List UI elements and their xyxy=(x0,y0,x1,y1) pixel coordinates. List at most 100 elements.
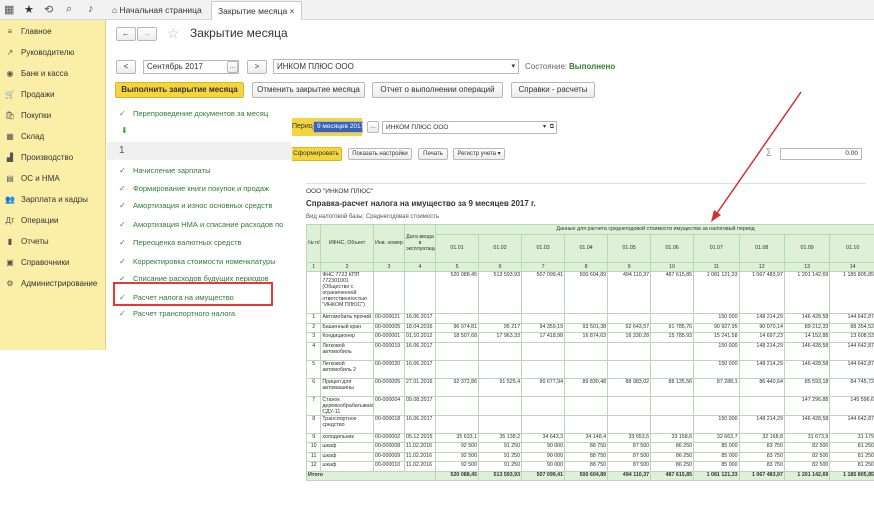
operation-item-4[interactable]: ✓ Формирование книги покупок и продаж xyxy=(119,183,289,194)
table-cell: 31 673,9 xyxy=(783,432,831,443)
table-cell: 18 507,68 xyxy=(435,332,480,343)
forward-button[interactable]: → xyxy=(137,27,157,41)
prev-period-button[interactable]: < xyxy=(116,60,136,74)
sidebar-item-label: ОС и НМА xyxy=(21,174,60,183)
month-close-form: ← → ☆ Закрытие месяца < Сентябрь 2017 … … xyxy=(107,20,702,102)
table-cell: Башенный кран xyxy=(320,322,374,333)
sum-field: 0.00 xyxy=(780,148,862,160)
form-report-button[interactable]: Сформировать xyxy=(292,147,342,161)
tab-home[interactable]: ⌂ Начальная страница xyxy=(106,1,208,20)
table-cell: 150 000 xyxy=(693,341,740,361)
sidebar-item-8[interactable]: 👥 Зарплата и кадры xyxy=(4,194,88,206)
operation-item-3[interactable]: ✓ Начисление зарплаты xyxy=(119,165,289,176)
cancel-month-close-button[interactable]: Отменить закрытие месяца xyxy=(252,82,365,98)
sidebar-item-1[interactable]: ↗ Руководителю xyxy=(4,47,75,59)
table-cell: 84 745,72 xyxy=(829,377,874,397)
registers-button[interactable]: Регистр учета ▾ xyxy=(453,148,505,160)
dropdown-arrow-icon[interactable]: ▾ xyxy=(511,60,515,73)
back-button[interactable]: ← xyxy=(116,27,136,41)
period-picker-button[interactable]: … xyxy=(227,61,238,73)
star-icon[interactable]: ★ xyxy=(24,3,34,16)
table-cell: 150 000 xyxy=(693,359,740,379)
sidebar-item-3[interactable]: 🛒 Продажи xyxy=(4,89,54,101)
operation-item-6[interactable]: ✓ Амортизация НМА и списание расходов по xyxy=(119,219,289,230)
table-cell: 91 785,76 xyxy=(650,322,695,333)
table-cell: 86 250 xyxy=(650,451,695,462)
table-cell: 92 500 xyxy=(435,451,480,462)
operation-item-11[interactable]: ✓ Расчет транспортного налога xyxy=(119,308,289,319)
close-icon[interactable]: × xyxy=(290,6,295,16)
sidebar-item-9[interactable]: Дт Операции xyxy=(4,215,58,227)
table-cell: 500 604,89 xyxy=(564,470,609,481)
check-icon: ✓ xyxy=(119,238,126,247)
sidebar-item-label: Банк и касса xyxy=(21,69,69,78)
table-cell xyxy=(650,359,695,379)
period-field[interactable]: Сентябрь 2017 xyxy=(143,60,239,74)
table-cell xyxy=(650,414,695,434)
sidebar-item-7[interactable]: ▤ ОС и НМА xyxy=(4,173,60,185)
table-cell: 89 830,48 xyxy=(564,377,609,397)
search-icon[interactable]: ⌕ xyxy=(66,3,72,16)
table-cell: 148 214,29 xyxy=(738,414,785,434)
run-month-close-button[interactable]: Выполнить закрытие месяца xyxy=(115,82,244,98)
report-org-field[interactable]: ИНКОМ ПЛЮС ООО ▾ ⧉ xyxy=(382,121,557,134)
table-cell: 10 xyxy=(305,442,322,453)
table-cell: 90 070,14 xyxy=(738,322,785,333)
operation-item-5[interactable]: ✓ Амортизация и износ основных средств xyxy=(119,200,289,211)
operations-report-button[interactable]: Отчет о выполнении операций xyxy=(372,82,503,98)
table-cell: 4 xyxy=(305,341,322,361)
sidebar-item-6[interactable]: ▟ Производство xyxy=(4,152,73,164)
history-icon[interactable]: ⟲ xyxy=(44,3,53,16)
table-cell: 1 067 483,97 xyxy=(738,271,785,314)
bell-icon[interactable]: ♪ xyxy=(88,3,94,15)
report-period-picker-button[interactable]: … xyxy=(367,121,379,133)
table-row: 11 шкаф 00-000009 11.02.2016 92 500 91 250 90 … xyxy=(305,451,874,462)
table-cell xyxy=(435,341,480,361)
table-cell: 01.10.2012 xyxy=(403,332,437,343)
sidebar-item-10[interactable]: ▮ Отчеты xyxy=(4,236,49,248)
apps-grid-icon[interactable]: ▦ xyxy=(4,3,14,16)
report-org-value: ИНКОМ ПЛЮС ООО xyxy=(386,124,449,131)
sidebar-item-4[interactable]: 🛍 Покупки xyxy=(4,110,51,122)
operation-label: Расчет транспортного налога xyxy=(133,309,236,318)
report-period-field[interactable]: 9 месяцев 2017 г. xyxy=(313,121,369,133)
tab-month-close[interactable]: Закрытие месяца × xyxy=(211,1,302,20)
next-period-button[interactable]: > xyxy=(247,60,267,74)
sum-value: 0.00 xyxy=(845,150,858,157)
table-cell: 17 963,33 xyxy=(478,332,523,343)
warehouse-icon: ▦ xyxy=(6,132,14,141)
operation-item-0[interactable]: ✓ Перепроведение документов за месяц xyxy=(119,108,289,119)
table-cell: 2 xyxy=(305,322,322,333)
table-cell: 16.06.2017 xyxy=(403,341,437,361)
favorite-star-icon[interactable]: ☆ xyxy=(167,25,180,42)
table-cell: 148 214,29 xyxy=(738,313,785,324)
organization-field[interactable]: ИНКОМ ПЛЮС ООО ▾ xyxy=(273,59,519,74)
table-cell: 494 110,37 xyxy=(607,271,652,314)
sidebar-item-0[interactable]: ≡ Главное xyxy=(4,26,52,38)
table-row: 9 холодильник 00-000002 05.12.2015 35 633,1 3… xyxy=(305,432,874,443)
operation-item-8[interactable]: ✓ Корректировка стоимости номенклатуры xyxy=(119,256,289,267)
table-cell: Итого xyxy=(305,470,437,481)
table-cell: 5 xyxy=(305,359,322,379)
operation-item-7[interactable]: ✓ Переоценка валютных средств xyxy=(119,237,289,248)
table-cell: 83 750 xyxy=(738,442,785,453)
show-settings-button[interactable]: Показать настройки xyxy=(348,148,412,160)
sidebar-item-2[interactable]: ◉ Банк и касса xyxy=(4,68,69,80)
help-calculations-button[interactable]: Справки - расчеты xyxy=(511,82,595,98)
report-org-open-icon[interactable]: ⧉ xyxy=(550,122,554,133)
table-cell: 89 212,33 xyxy=(783,322,831,333)
table-cell: 09.08.2017 xyxy=(403,395,437,416)
arrow-down-icon: ⬇ xyxy=(121,126,128,135)
property-tax-table: № п/пИФНС, ОбъектИнв. номерДата ввода в … xyxy=(305,224,874,481)
report-org-dropdown-icon[interactable]: ▾ xyxy=(543,122,546,133)
print-button[interactable]: Печать xyxy=(418,148,448,160)
table-cell: 1 201 142,69 xyxy=(783,470,831,481)
table-cell xyxy=(564,359,609,379)
sidebar-item-11[interactable]: ▣ Справочники xyxy=(4,257,69,269)
sidebar-item-12[interactable]: ⚙ Администрирование xyxy=(4,278,97,290)
basket-icon: 🛍 xyxy=(4,111,16,120)
sidebar-item-5[interactable]: ▦ Склад xyxy=(4,131,44,143)
table-cell: 12 xyxy=(305,461,322,472)
table-cell: 91 250 xyxy=(478,451,523,462)
table-cell: 81 250 xyxy=(829,451,874,462)
